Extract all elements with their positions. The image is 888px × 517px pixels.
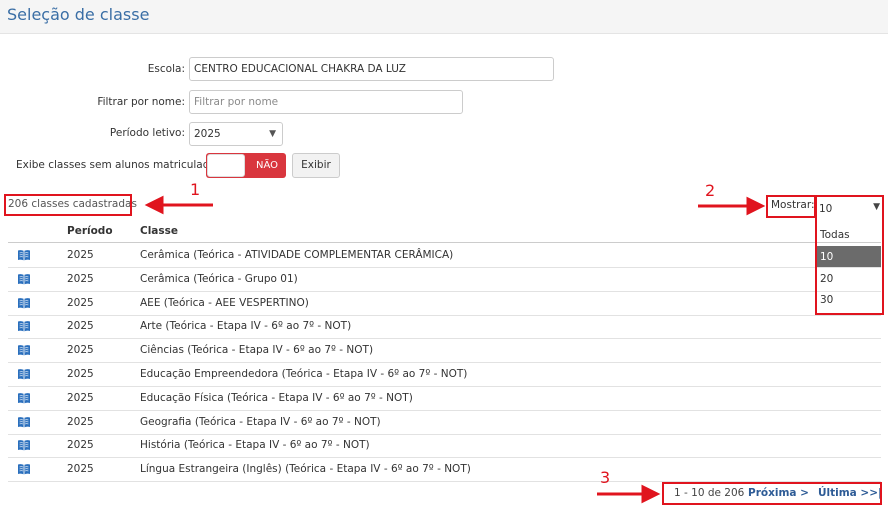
arrow-left-icon [144,195,213,215]
annotation-number-1: 1 [190,180,201,199]
arrow-right-icon [597,484,661,504]
arrow-right-icon [698,196,766,216]
annotation-number-3: 3 [600,468,611,487]
annotation-number-2: 2 [705,181,716,200]
annotation-arrows [144,195,766,504]
